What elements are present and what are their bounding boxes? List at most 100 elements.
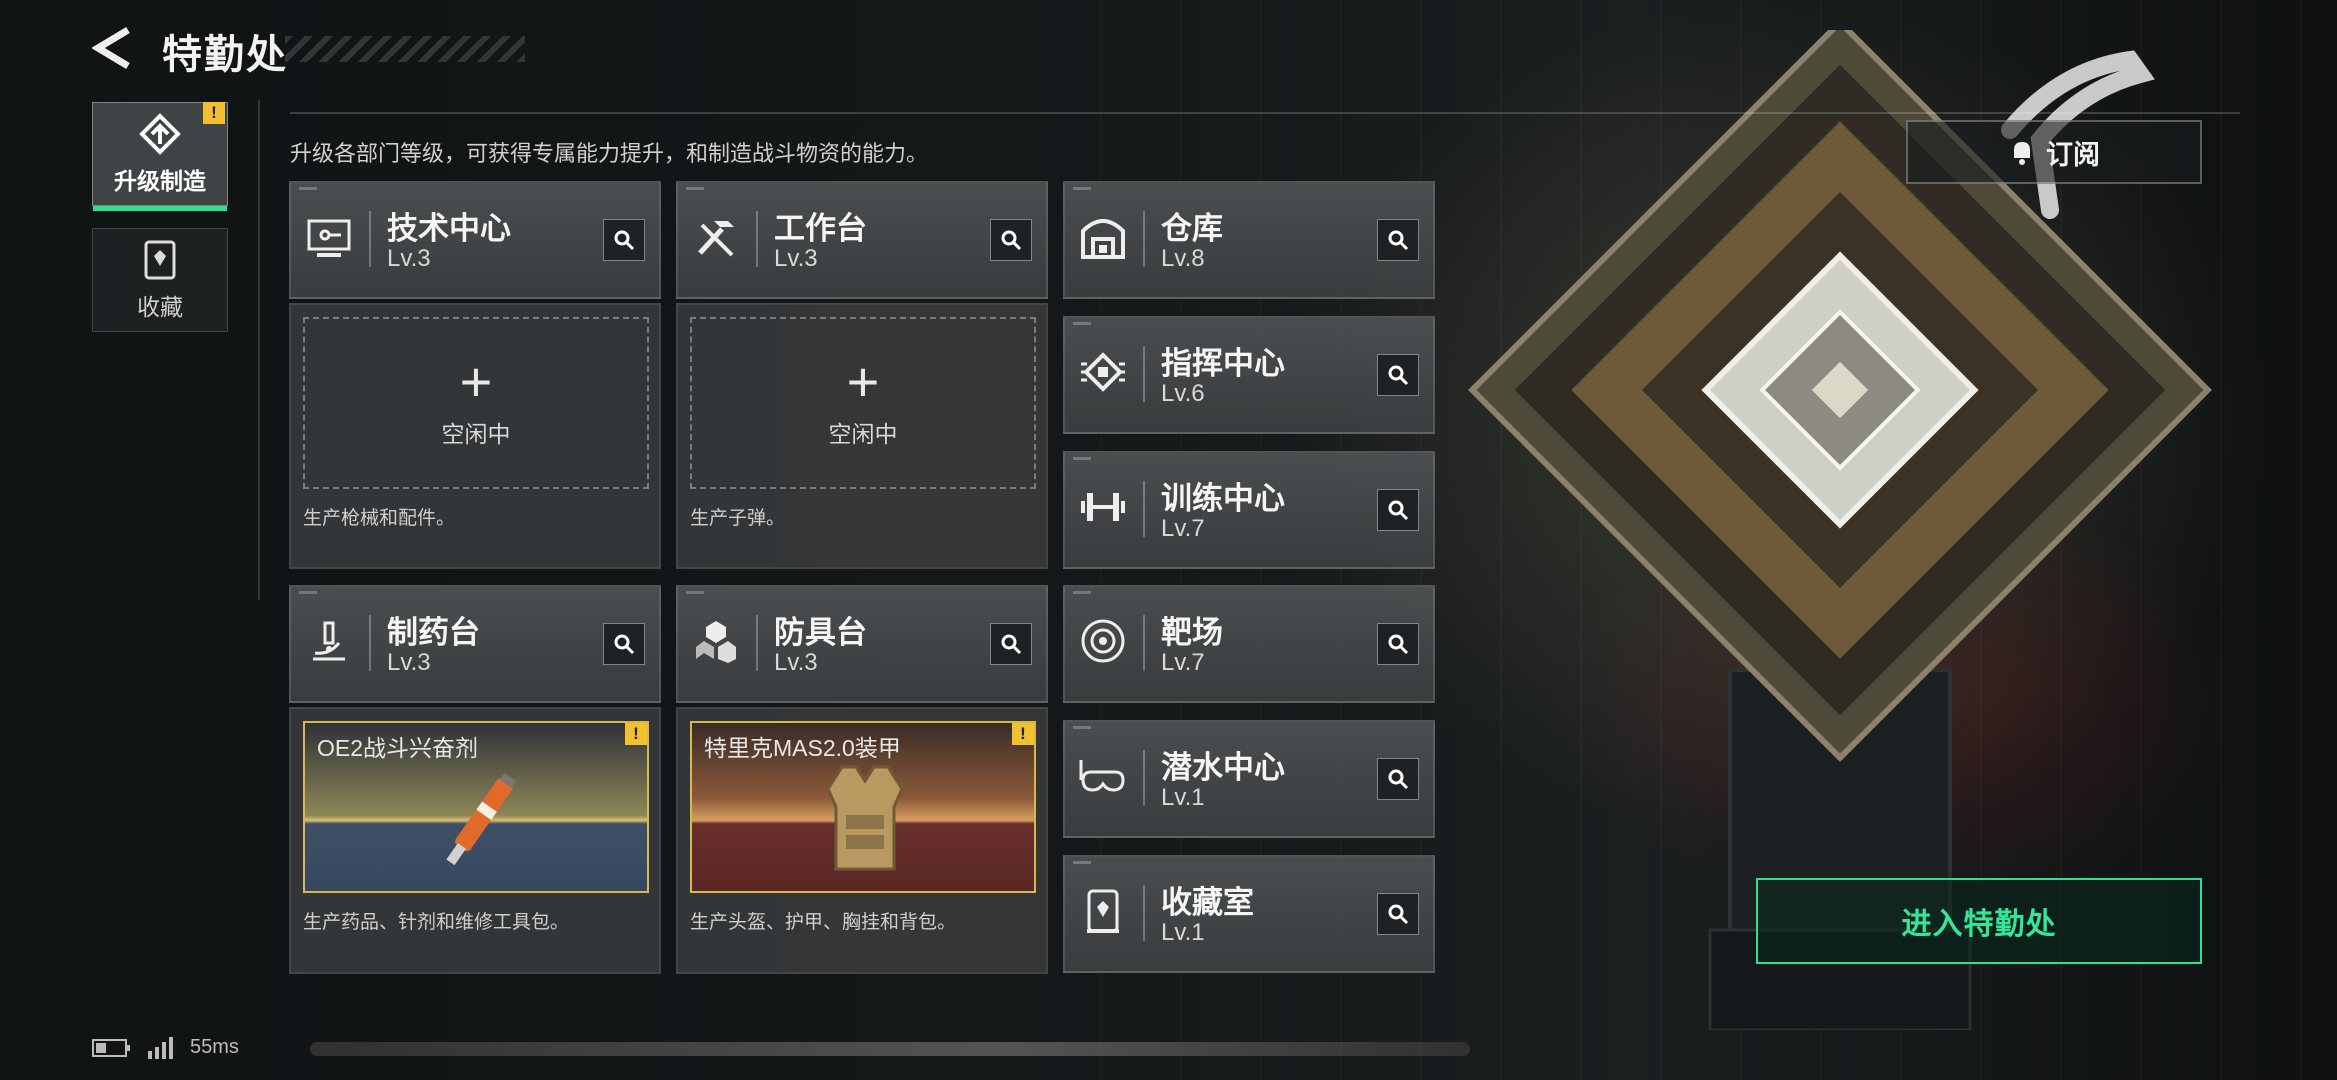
- department-name: 仓库: [1161, 211, 1223, 246]
- search-icon: [1388, 230, 1409, 251]
- department-card-training-center[interactable]: 训练中心 Lv.7: [1063, 451, 1435, 569]
- department-name: 收藏室: [1161, 885, 1254, 920]
- department-name: 指挥中心: [1161, 346, 1285, 381]
- product-card[interactable]: OE2战斗兴奋剂 !: [303, 721, 649, 893]
- back-arrow-icon[interactable]: [92, 26, 136, 70]
- department-card-diving-center[interactable]: 潜水中心 Lv.1: [1063, 720, 1435, 838]
- department-name: 防具台: [774, 615, 867, 650]
- department-name: 靶场: [1161, 615, 1223, 650]
- department-card-collection-room[interactable]: 收藏室 Lv.1: [1063, 855, 1435, 973]
- product-name: OE2战斗兴奋剂: [317, 735, 479, 761]
- search-button[interactable]: [1377, 623, 1419, 665]
- department-name: 制药台: [387, 615, 480, 650]
- production-slot-armor[interactable]: 特里克MAS2.0装甲 ! 生产头盔、护甲、胸挂和背包。: [676, 707, 1048, 974]
- production-slot-pharmacy[interactable]: OE2战斗兴奋剂 ! 生产药品、针剂和维修工具包。: [289, 707, 661, 974]
- tech-center-icon: [307, 219, 351, 257]
- command-center-icon: [1081, 352, 1125, 392]
- search-icon: [1388, 769, 1409, 790]
- page-description: 升级各部门等级，可获得专属能力提升，和制造战斗物资的能力。: [290, 141, 929, 166]
- production-slot-tech[interactable]: + 空闲中 生产枪械和配件。: [289, 303, 661, 569]
- department-card-pharmacy[interactable]: 制药台 Lv.3: [289, 585, 661, 703]
- page-title: 特勤处: [162, 33, 288, 77]
- idle-slot[interactable]: + 空闲中: [690, 317, 1036, 489]
- search-button[interactable]: [1377, 489, 1419, 531]
- warning-badge: !: [625, 723, 647, 745]
- slot-status: 空闲中: [441, 421, 511, 447]
- department-name: 技术中心: [387, 211, 511, 246]
- department-level: Lv.6: [1161, 380, 1205, 407]
- department-level: Lv.8: [1161, 245, 1205, 272]
- search-icon: [614, 634, 635, 655]
- slot-status: 空闲中: [828, 421, 898, 447]
- search-icon: [1388, 500, 1409, 521]
- collection-icon: [144, 240, 176, 280]
- department-name: 潜水中心: [1161, 750, 1285, 785]
- department-level: Lv.3: [387, 649, 431, 676]
- department-level: Lv.1: [1161, 919, 1205, 946]
- department-card-shooting-range[interactable]: 靶场 Lv.7: [1063, 585, 1435, 703]
- slot-description: 生产子弹。: [690, 508, 786, 529]
- status-bar: 55ms: [92, 1036, 239, 1059]
- plus-icon: +: [846, 350, 880, 413]
- battery-icon: [92, 1038, 130, 1057]
- department-level: Lv.7: [1161, 649, 1205, 676]
- enter-button-label: 进入特勤处: [1901, 908, 2057, 941]
- enter-special-ops-button[interactable]: 进入特勤处: [1756, 878, 2202, 964]
- product-name: 特里克MAS2.0装甲: [704, 735, 901, 761]
- stim-injector-image: [446, 773, 516, 866]
- upgrade-icon: [139, 113, 181, 155]
- search-button[interactable]: [1377, 219, 1419, 261]
- search-icon: [1388, 634, 1409, 655]
- slot-description: 生产枪械和配件。: [303, 508, 456, 529]
- warning-badge: !: [1012, 723, 1034, 745]
- search-button[interactable]: [603, 623, 645, 665]
- workbench-icon: [698, 221, 734, 257]
- search-button[interactable]: [1377, 758, 1419, 800]
- armor-bench-icon: [696, 621, 736, 663]
- sidebar-tab-upgrade[interactable]: 升级制造 !: [92, 102, 228, 211]
- production-slot-workbench[interactable]: + 空闲中 生产子弹。: [676, 303, 1048, 569]
- slot-description: 生产药品、针剂和维修工具包。: [303, 912, 570, 933]
- department-level: Lv.3: [774, 245, 818, 272]
- search-button[interactable]: [1377, 893, 1419, 935]
- ping-text: 55ms: [190, 1036, 239, 1058]
- product-card[interactable]: 特里克MAS2.0装甲 !: [690, 721, 1036, 893]
- collection-room-icon: [1087, 889, 1119, 933]
- idle-slot[interactable]: + 空闲中: [303, 317, 649, 489]
- search-icon: [1001, 230, 1022, 251]
- blurred-ticker: [310, 1042, 1470, 1056]
- sidebar-tab-label: 升级制造: [114, 168, 206, 194]
- department-name: 训练中心: [1161, 481, 1285, 516]
- department-card-warehouse[interactable]: 仓库 Lv.8: [1063, 181, 1435, 299]
- search-button[interactable]: [990, 623, 1032, 665]
- subscribe-label: 订阅: [2046, 139, 2100, 170]
- search-button[interactable]: [1377, 354, 1419, 396]
- search-icon: [1001, 634, 1022, 655]
- search-button[interactable]: [990, 219, 1032, 261]
- department-level: Lv.3: [774, 649, 818, 676]
- subscribe-button[interactable]: 订阅: [1906, 120, 2202, 184]
- shooting-range-icon: [1081, 619, 1125, 663]
- title-decoration: [285, 36, 525, 62]
- sidebar-divider: [258, 100, 260, 600]
- slot-description: 生产头盔、护甲、胸挂和背包。: [690, 912, 957, 933]
- department-card-armor-bench[interactable]: 防具台 Lv.3: [676, 585, 1048, 703]
- search-icon: [614, 230, 635, 251]
- search-icon: [1388, 904, 1409, 925]
- department-card-workbench[interactable]: 工作台 Lv.3: [676, 181, 1048, 299]
- department-card-tech-center[interactable]: 技术中心 Lv.3: [289, 181, 661, 299]
- top-divider: [290, 112, 2240, 114]
- department-card-command-center[interactable]: 指挥中心 Lv.6: [1063, 316, 1435, 434]
- warehouse-icon: [1081, 219, 1125, 259]
- department-name: 工作台: [774, 211, 867, 246]
- signal-icon: [148, 1036, 173, 1059]
- sidebar-tab-collection[interactable]: 收藏: [92, 228, 228, 332]
- department-level: Lv.1: [1161, 784, 1205, 811]
- training-center-icon: [1081, 493, 1125, 521]
- armor-vest-image: [826, 765, 904, 871]
- sidebar-tab-label: 收藏: [137, 294, 183, 320]
- search-icon: [1388, 365, 1409, 386]
- search-button[interactable]: [603, 219, 645, 261]
- department-level: Lv.3: [387, 245, 431, 272]
- plus-icon: +: [459, 350, 493, 413]
